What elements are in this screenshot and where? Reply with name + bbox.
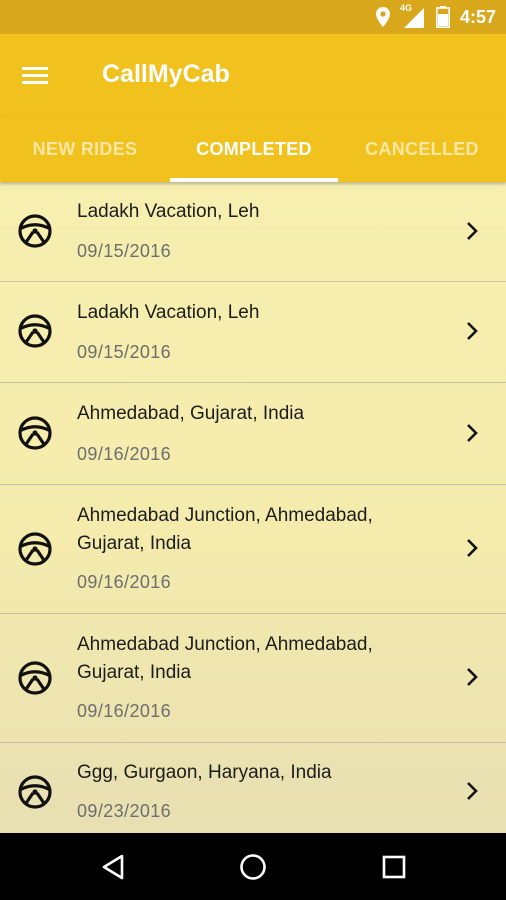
signal-icon: 4G: [399, 3, 426, 28]
steering-wheel-icon: [18, 775, 52, 809]
tab-completed[interactable]: COMPLETED: [170, 116, 338, 182]
selected-tab-indicator: [170, 178, 338, 182]
steering-wheel-icon: [18, 532, 52, 566]
ride-list-item[interactable]: Ladakh Vacation, Leh 09/15/2016: [0, 282, 506, 383]
home-icon[interactable]: [235, 849, 271, 885]
ride-destination: Ahmedabad Junction, Ahmedabad, Gujarat, …: [77, 634, 373, 683]
recents-icon[interactable]: [376, 849, 412, 885]
steering-wheel-icon: [18, 661, 52, 695]
back-icon[interactable]: [95, 849, 131, 885]
ride-list-item[interactable]: Ahmedabad Junction, Ahmedabad, Gujarat, …: [0, 485, 506, 614]
app-bar: CallMyCab: [0, 34, 506, 116]
app-title: CallMyCab: [102, 60, 230, 88]
ride-date: 09/16/2016: [77, 701, 172, 721]
chevron-right-icon[interactable]: [462, 422, 482, 444]
tab-new-rides[interactable]: NEW RIDES: [0, 116, 170, 182]
ride-date: 09/15/2016: [77, 241, 172, 261]
ride-destination: Ahmedabad, Gujarat, India: [77, 403, 305, 424]
chevron-right-icon[interactable]: [462, 220, 482, 242]
ride-destination: Ahmedabad Junction, Ahmedabad, Gujarat, …: [77, 505, 373, 554]
ride-date: 09/23/2016: [77, 801, 172, 821]
ride-date: 09/16/2016: [77, 444, 172, 464]
hamburger-menu-button[interactable]: [22, 60, 56, 90]
status-icons: 4G 4:57: [375, 3, 496, 28]
ride-destination: Ladakh Vacation, Leh: [77, 201, 260, 222]
status-bar: 4G 4:57: [0, 0, 506, 34]
chevron-right-icon[interactable]: [462, 666, 482, 688]
battery-icon: [435, 6, 450, 28]
ride-date: 09/15/2016: [77, 342, 172, 362]
ride-destination: Ladakh Vacation, Leh: [77, 302, 260, 323]
steering-wheel-icon: [18, 416, 52, 450]
network-type-label: 4G: [399, 3, 412, 13]
tab-cancelled[interactable]: CANCELLED: [338, 116, 506, 182]
steering-wheel-icon: [18, 314, 52, 348]
completed-rides-list[interactable]: Ladakh Vacation, Leh 09/15/2016 Ladakh V…: [0, 182, 506, 833]
chevron-right-icon[interactable]: [462, 320, 482, 342]
ride-list-item[interactable]: Ahmedabad, Gujarat, India 09/16/2016: [0, 383, 506, 485]
hamburger-menu-icon: [22, 67, 48, 84]
ride-date: 09/16/2016: [77, 572, 172, 592]
ride-list-item[interactable]: Ggg, Gurgaon, Haryana, India 09/23/2016: [0, 743, 506, 833]
ride-list-item[interactable]: Ahmedabad Junction, Ahmedabad, Gujarat, …: [0, 614, 506, 743]
ride-destination: Ggg, Gurgaon, Haryana, India: [77, 762, 332, 783]
chevron-right-icon[interactable]: [462, 780, 482, 802]
system-navigation-bar: [0, 833, 506, 900]
ride-list-item[interactable]: Ladakh Vacation, Leh 09/15/2016: [0, 182, 506, 282]
chevron-right-icon[interactable]: [462, 537, 482, 559]
tab-bar: NEW RIDES COMPLETED CANCELLED: [0, 116, 506, 182]
location-pin-icon: [375, 7, 390, 27]
steering-wheel-icon: [18, 214, 52, 248]
status-time: 4:57: [459, 6, 496, 27]
